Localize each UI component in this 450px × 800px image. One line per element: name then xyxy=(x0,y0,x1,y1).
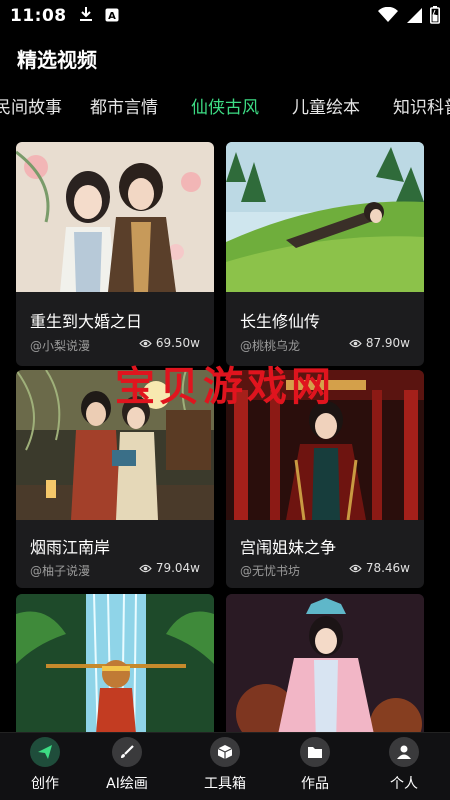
nav-label: 个人 xyxy=(390,776,418,792)
view-count-value: 78.46w xyxy=(365,561,410,575)
wifi-icon xyxy=(378,6,398,27)
status-time: 11:08 xyxy=(10,6,67,26)
watermark-text: 宝贝游戏网 xyxy=(115,364,335,410)
video-title: 重生到大婚之日 xyxy=(30,312,143,331)
video-card[interactable] xyxy=(16,594,214,744)
view-count: 87.90w xyxy=(349,336,410,350)
nav-ai-painting[interactable]: AI绘画 xyxy=(92,737,162,793)
video-thumbnail xyxy=(16,594,214,744)
video-card[interactable]: 长生修仙传 @桃桃乌龙 87.90w xyxy=(226,142,424,366)
video-title: 宫闱姐妹之争 xyxy=(240,538,337,557)
nav-label: 作品 xyxy=(301,776,329,792)
video-author: @柚子说漫 xyxy=(30,564,91,578)
nav-toolbox[interactable]: 工具箱 xyxy=(190,737,260,793)
view-count: 78.46w xyxy=(349,561,410,575)
download-icon xyxy=(79,6,93,26)
battery-icon xyxy=(430,6,440,28)
page-title: 精选视频 xyxy=(17,48,97,72)
eye-icon xyxy=(349,339,362,347)
tab-urban-romance[interactable]: 都市言情 xyxy=(90,93,158,118)
video-title: 长生修仙传 xyxy=(240,312,321,331)
video-author: @桃桃乌龙 xyxy=(240,339,301,353)
view-count-value: 79.04w xyxy=(155,561,200,575)
nav-label: 创作 xyxy=(31,776,59,792)
video-thumbnail xyxy=(226,142,424,292)
box-icon xyxy=(210,737,240,767)
signal-icon xyxy=(406,7,422,27)
status-bar: 11:08 A xyxy=(0,0,450,32)
folder-icon xyxy=(300,737,330,767)
brush-icon xyxy=(112,737,142,767)
nav-label: 工具箱 xyxy=(204,776,246,792)
eye-icon xyxy=(139,339,152,347)
video-author: @无忧书坊 xyxy=(240,564,301,578)
tab-folk-stories[interactable]: 民间故事 xyxy=(0,93,62,118)
view-count-value: 69.50w xyxy=(155,336,200,350)
nav-works[interactable]: 作品 xyxy=(280,737,350,793)
view-count: 69.50w xyxy=(139,336,200,350)
tab-picture-books[interactable]: 儿童绘本 xyxy=(292,93,360,118)
send-icon xyxy=(30,737,60,767)
user-icon xyxy=(389,737,419,767)
video-thumbnail xyxy=(16,142,214,292)
tab-xianxia[interactable]: 仙侠古风 xyxy=(191,93,259,118)
video-card[interactable] xyxy=(226,594,424,744)
video-card[interactable]: 重生到大婚之日 @小梨说漫 69.50w xyxy=(16,142,214,366)
video-thumbnail xyxy=(226,594,424,744)
view-count: 79.04w xyxy=(139,561,200,575)
category-tabs: 民间故事 都市言情 仙侠古风 儿童绘本 知识科普 xyxy=(0,88,450,124)
eye-icon xyxy=(139,564,152,572)
nav-label: AI绘画 xyxy=(106,776,148,792)
view-count-value: 87.90w xyxy=(365,336,410,350)
bottom-nav: 创作 AI绘画 工具箱 作品 个人 xyxy=(0,732,450,800)
nav-profile[interactable]: 个人 xyxy=(369,737,439,793)
svg-text:A: A xyxy=(108,11,116,22)
video-author: @小梨说漫 xyxy=(30,339,91,353)
nav-create[interactable]: 创作 xyxy=(10,737,80,793)
eye-icon xyxy=(349,564,362,572)
keyboard-a-icon: A xyxy=(105,7,119,26)
video-title: 烟雨江南岸 xyxy=(30,538,111,557)
tab-science[interactable]: 知识科普 xyxy=(393,93,450,118)
